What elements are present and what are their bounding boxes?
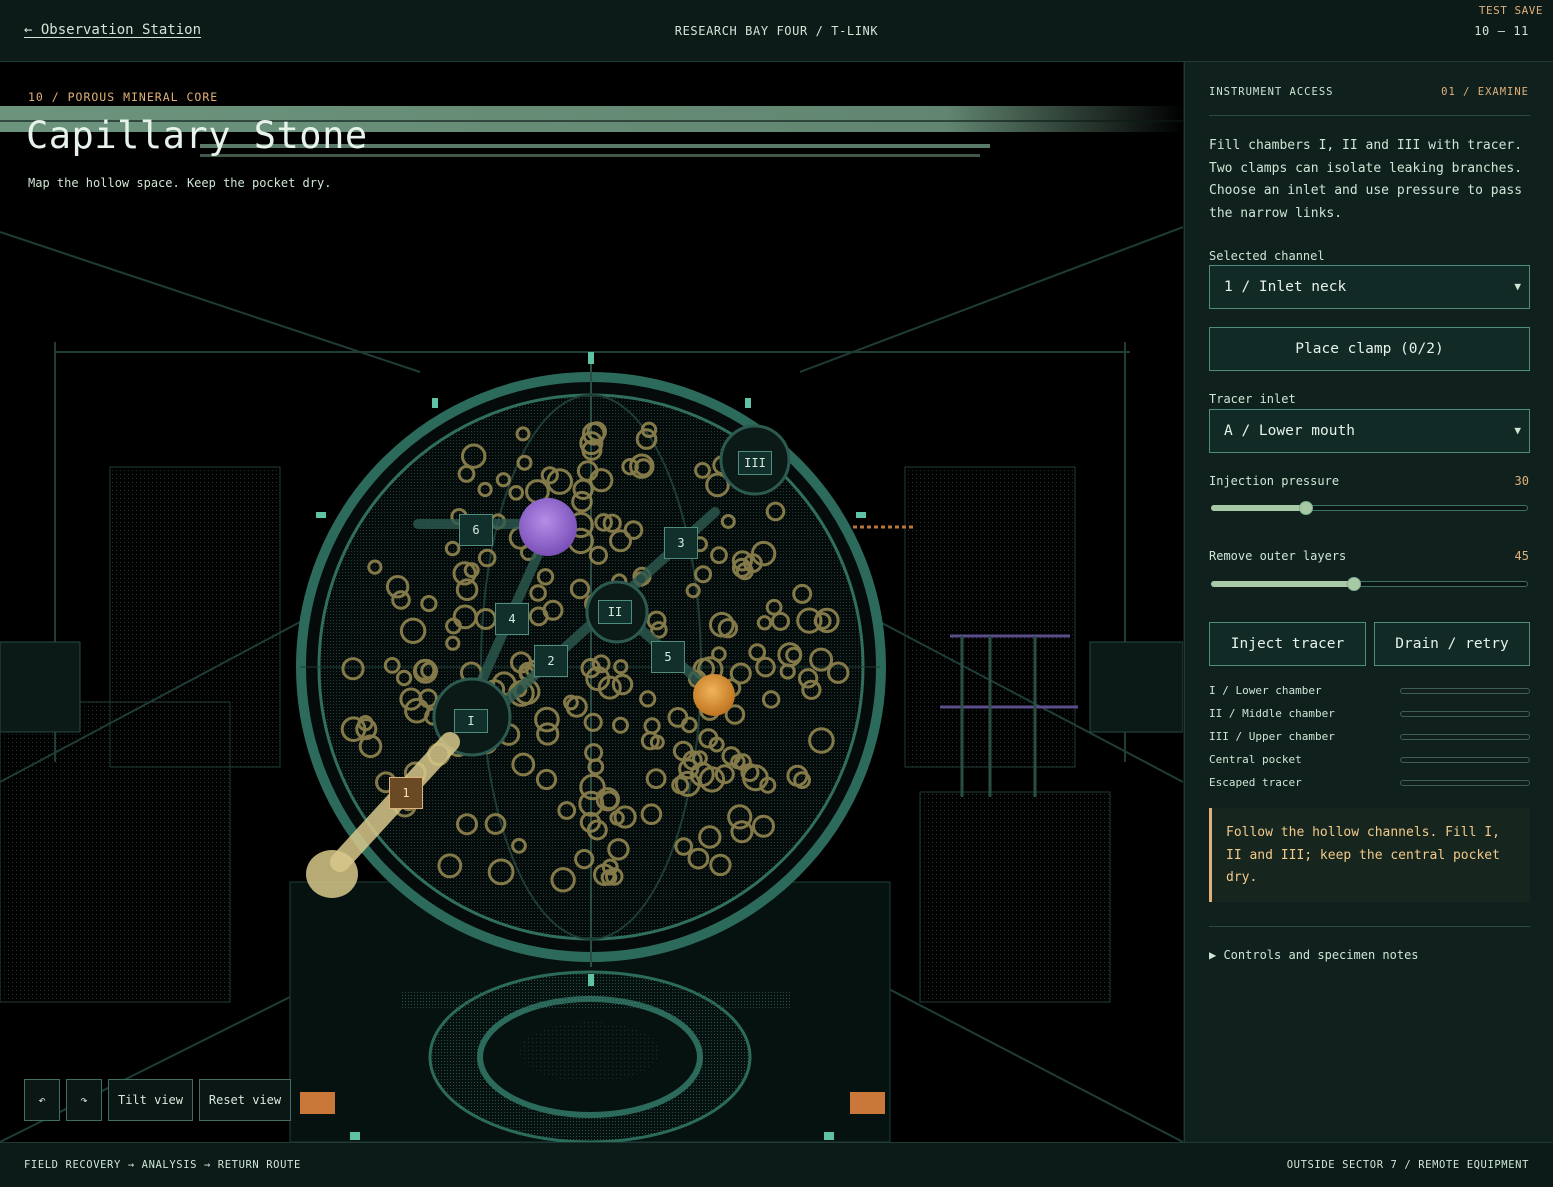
footer: FIELD RECOVERY → ANALYSIS → RETURN ROUTE… <box>0 1142 1553 1187</box>
chevron-down-icon: ▼ <box>1514 424 1521 437</box>
chamber-marker-I[interactable]: I <box>454 709 488 733</box>
controls-notes-toggle[interactable]: ▶ Controls and specimen notes <box>1209 948 1419 962</box>
page-title: Capillary Stone <box>26 114 368 157</box>
pressure-slider[interactable] <box>1209 501 1530 515</box>
tracer-inlet-value: A / Lower mouth <box>1224 423 1355 439</box>
selected-channel-select[interactable]: 1 / Inlet neck ▼ <box>1209 265 1530 309</box>
pressure-value: 30 <box>1514 474 1529 488</box>
undo-button[interactable]: ↶ <box>24 1079 60 1121</box>
chamber-marker-III[interactable]: III <box>738 451 772 475</box>
slider-thumb[interactable] <box>1346 577 1361 591</box>
meter-lower-chamber: I / Lower chamber <box>1209 684 1530 698</box>
slider-thumb[interactable] <box>1299 501 1314 515</box>
remove-layers-slider[interactable] <box>1209 577 1530 591</box>
hint-callout: Follow the hollow channels. Fill I, II a… <box>1209 808 1530 902</box>
remove-layers-label: Remove outer layers <box>1209 549 1347 563</box>
test-save-badge: TEST SAVE <box>1478 4 1543 17</box>
tilt-view-button[interactable]: Tilt view <box>108 1079 193 1121</box>
meter-upper-chamber: III / Upper chamber <box>1209 730 1530 744</box>
page-subtitle: Map the hollow space. Keep the pocket dr… <box>28 176 332 190</box>
panel-title: INSTRUMENT ACCESS <box>1209 86 1334 98</box>
channel-marker-3[interactable]: 3 <box>664 527 698 559</box>
location-label: OUTSIDE SECTOR 7 / REMOTE EQUIPMENT <box>1286 1159 1529 1171</box>
tracer-inlet-label: Tracer inlet <box>1209 392 1296 406</box>
meter-escaped-tracer: Escaped tracer <box>1209 776 1530 790</box>
channel-marker-4[interactable]: 4 <box>495 603 529 635</box>
divider <box>1209 926 1530 927</box>
remove-layers-value: 45 <box>1514 549 1529 563</box>
route-breadcrumb: FIELD RECOVERY → ANALYSIS → RETURN ROUTE <box>24 1159 301 1171</box>
meter-middle-chamber: II / Middle chamber <box>1209 707 1530 721</box>
pressure-label: Injection pressure <box>1209 474 1340 488</box>
panel-step: 01 / EXAMINE <box>1441 86 1529 98</box>
selected-channel-value: 1 / Inlet neck <box>1224 279 1347 295</box>
lab-scene-illustration <box>0 106 1183 1142</box>
instrument-panel: INSTRUMENT ACCESS 01 / EXAMINE Fill cham… <box>1184 62 1553 1142</box>
tracer-inlet-select[interactable]: A / Lower mouth ▼ <box>1209 409 1530 453</box>
place-clamp-button[interactable]: Place clamp (0/2) <box>1209 327 1530 371</box>
redo-button[interactable]: ↷ <box>66 1079 102 1121</box>
chevron-down-icon: ▼ <box>1514 280 1521 293</box>
channel-marker-1[interactable]: 1 <box>389 777 423 809</box>
breadcrumb: RESEARCH BAY FOUR / T-LINK <box>674 24 879 38</box>
instructions-text: Fill chambers I, II and III with tracer.… <box>1209 138 1523 221</box>
selected-channel-label: Selected channel <box>1209 249 1325 263</box>
meter-central-pocket: Central pocket <box>1209 753 1530 767</box>
level-progress: 10 — 11 <box>1474 24 1529 38</box>
reset-view-button[interactable]: Reset view <box>199 1079 291 1121</box>
specimen-viewport[interactable]: 10 / POROUS MINERAL CORE Capillary Stone… <box>0 62 1183 1142</box>
inject-tracer-button[interactable]: Inject tracer <box>1209 622 1366 666</box>
drain-retry-button[interactable]: Drain / retry <box>1374 622 1530 666</box>
divider <box>1209 115 1530 116</box>
top-bar: ← Observation Station RESEARCH BAY FOUR … <box>0 0 1553 62</box>
chamber-marker-II[interactable]: II <box>598 600 632 624</box>
channel-marker-5[interactable]: 5 <box>651 641 685 673</box>
channel-marker-2[interactable]: 2 <box>534 645 568 677</box>
specimen-eyebrow: 10 / POROUS MINERAL CORE <box>28 90 219 104</box>
channel-marker-6[interactable]: 6 <box>459 514 493 546</box>
